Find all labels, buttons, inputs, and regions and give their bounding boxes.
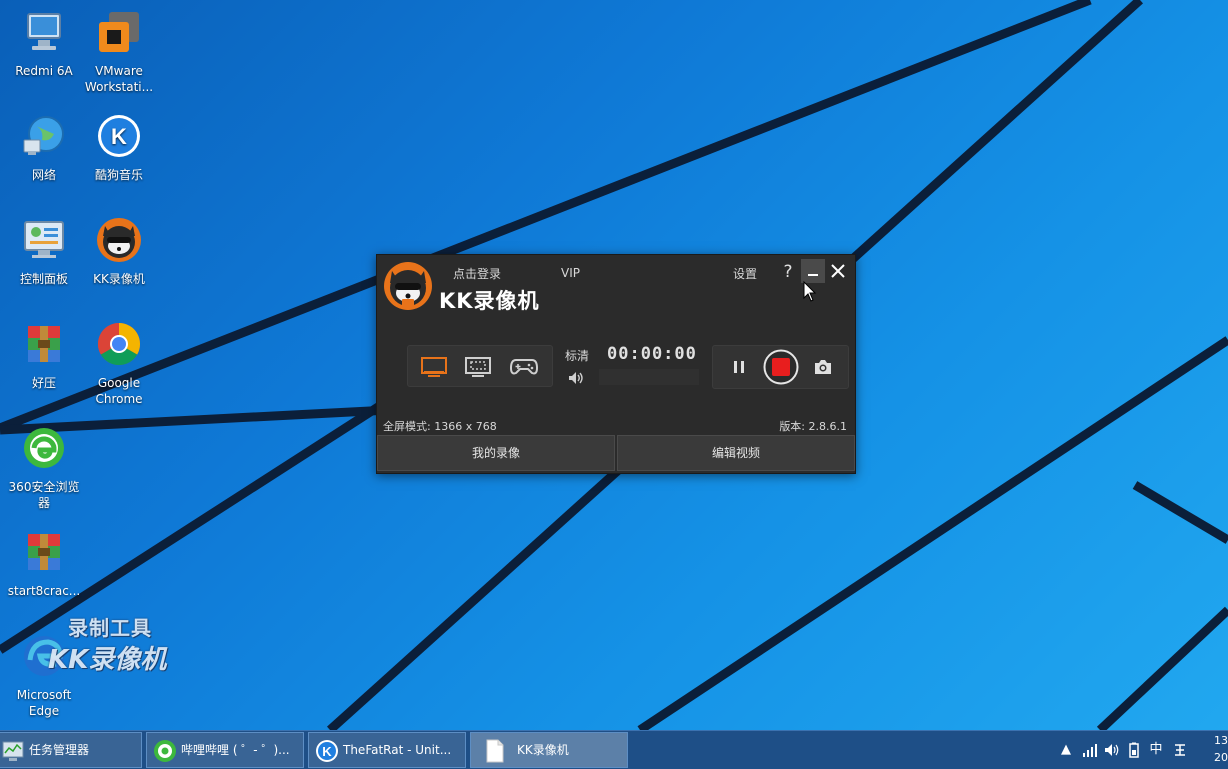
kk-recorder-window: KK录像机 点击登录 VIP 设置 ? 标清 00:00:00 全屏模式: 13…: [376, 254, 856, 474]
document-icon: [486, 739, 504, 763]
record-controls-group: [712, 345, 849, 389]
region-mode-icon[interactable]: [464, 354, 492, 378]
taskbar: 任务管理器 哔哩哔哩 ( ゜- ゜)... K TheFatRat - Unit…: [0, 730, 1228, 769]
desktop-icon-chrome[interactable]: Google Chrome: [82, 320, 156, 407]
tray-expand-icon[interactable]: ▲: [1058, 742, 1074, 758]
desktop-icon-redmi[interactable]: Redmi 6A: [7, 8, 81, 79]
desktop-icon-label: VMware Workstati...: [84, 64, 154, 94]
volume-track: [599, 369, 699, 385]
desktop-icon-label: 网络: [31, 168, 56, 182]
computer-icon: [27, 13, 61, 50]
capture-mode-group: [407, 345, 553, 387]
vip-link[interactable]: VIP: [561, 266, 580, 280]
quality-selector[interactable]: 标清: [565, 347, 589, 364]
taskbar-item-thefatrat[interactable]: K TheFatRat - Unit...: [308, 732, 466, 768]
desktop-icon-haozip[interactable]: 好压: [7, 320, 81, 391]
taskbar-item-label: KK录像机: [517, 743, 569, 757]
fullscreen-mode-icon[interactable]: [420, 354, 448, 378]
archive-icon: [28, 534, 60, 570]
desktop-icon-label: 酷狗音乐: [94, 168, 143, 182]
help-icon[interactable]: ?: [779, 262, 797, 280]
recording-watermark: 录制工具 KK录像机: [48, 612, 166, 676]
settings-link[interactable]: 设置: [733, 265, 757, 282]
desktop-icon-label: 控制面板: [19, 272, 68, 286]
control-panel-icon: [24, 221, 64, 258]
speaker-icon[interactable]: [567, 369, 585, 387]
taskbar-item-label: TheFatRat - Unit...: [343, 743, 452, 757]
360-browser-icon: [24, 428, 64, 468]
version-info: 版本: 2.8.6.1: [779, 420, 847, 433]
ime-mode-icon[interactable]: [1172, 742, 1188, 758]
mouse-cursor-icon: [803, 281, 817, 302]
close-icon[interactable]: [829, 262, 847, 280]
login-link[interactable]: 点击登录: [453, 265, 501, 282]
pause-icon[interactable]: [731, 359, 747, 375]
app-title: KK录像机: [439, 289, 540, 313]
fullscreen-mode-info: 全屏模式: 1366 x 768: [383, 420, 497, 433]
camera-icon[interactable]: [813, 358, 833, 376]
battery-icon[interactable]: [1126, 742, 1142, 758]
taskbar-item-task-manager[interactable]: 任务管理器: [0, 732, 142, 768]
taskbar-clock[interactable]: 13 20: [1214, 732, 1228, 766]
watermark-line1: 录制工具: [68, 616, 152, 640]
svg-text:K: K: [111, 124, 127, 149]
game-mode-icon[interactable]: [510, 354, 538, 378]
kk-raccoon-icon: [97, 218, 141, 262]
chrome-icon: [97, 323, 141, 366]
kk-raccoon-logo-icon: [384, 262, 432, 310]
minimize-icon[interactable]: [801, 259, 825, 283]
taskbar-item-label: 任务管理器: [29, 743, 90, 757]
desktop-icon-kugou[interactable]: K 酷狗音乐: [82, 112, 156, 183]
desktop-icon-vmware[interactable]: VMware Workstati...: [82, 8, 156, 95]
desktop-icon-network[interactable]: 网络: [7, 112, 81, 183]
desktop-icon-label: 360安全浏览器: [8, 480, 80, 510]
svg-text:K: K: [322, 744, 332, 759]
desktop-icon-label: Redmi 6A: [15, 64, 73, 78]
desktop-icon-label: 好压: [31, 376, 56, 390]
desktop-icon-label: start8crac...: [7, 584, 81, 598]
desktop-icon-label: KK录像机: [93, 272, 145, 286]
my-recordings-button[interactable]: 我的录像: [377, 435, 615, 471]
record-icon[interactable]: [763, 349, 799, 385]
help-glyph: ?: [783, 262, 792, 280]
edit-video-button[interactable]: 编辑视频: [617, 435, 855, 471]
taskbar-item-label: 哔哩哔哩 ( ゜- ゜)...: [181, 743, 290, 757]
recording-timer: 00:00:00: [607, 344, 697, 364]
volume-icon[interactable]: [1104, 742, 1120, 758]
kugou-music-icon: K: [98, 115, 140, 157]
desktop-icon-control-panel[interactable]: 控制面板: [7, 216, 81, 287]
desktop-icon-kk-recorder[interactable]: KK录像机: [82, 216, 156, 287]
desktop-icon-360-browser[interactable]: 360安全浏览器: [7, 424, 81, 511]
360-browser-icon: [154, 740, 176, 762]
signal-bars-icon[interactable]: [1082, 742, 1098, 758]
desktop-icon-start8crack[interactable]: start8crac...: [7, 528, 81, 599]
network-globe-icon: [23, 116, 64, 155]
kugou-music-icon: K: [316, 740, 338, 762]
vmware-icon: [99, 12, 139, 52]
desktop-icon-label: Microsoft Edge: [16, 688, 72, 718]
desktop-icon-label: Google Chrome: [95, 376, 143, 406]
taskbar-item-bilibili[interactable]: 哔哩哔哩 ( ゜- ゜)...: [146, 732, 304, 768]
system-tray: ▲ 中 13 20: [1052, 731, 1228, 769]
task-manager-icon: [2, 741, 24, 761]
archive-icon: [28, 326, 60, 362]
watermark-line2: KK录像机: [48, 645, 167, 675]
taskbar-item-kk-recorder[interactable]: KK录像机: [470, 732, 628, 768]
ime-indicator[interactable]: 中: [1148, 742, 1164, 758]
